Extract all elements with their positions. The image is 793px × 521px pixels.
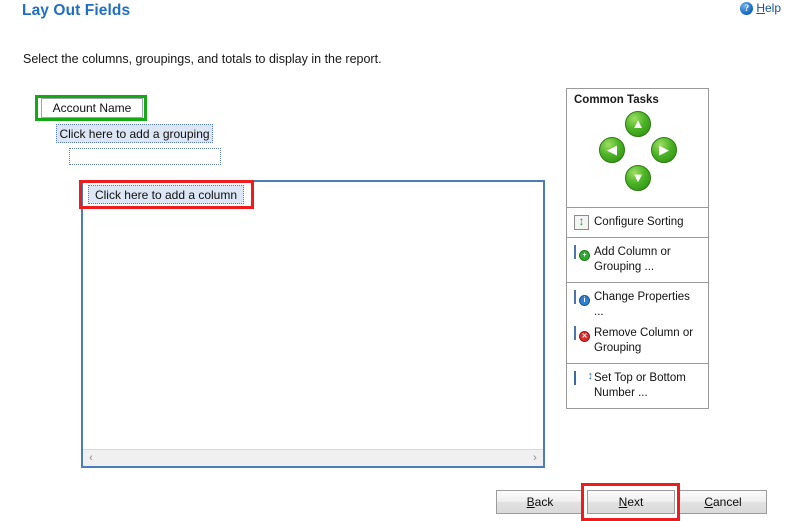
help-link[interactable]: ? Help <box>740 1 781 15</box>
task-change-properties-label: Change Properties ... <box>594 291 690 318</box>
task-group-sorting: Configure Sorting <box>567 207 708 237</box>
task-group-add: + Add Column or Grouping ... <box>567 237 708 282</box>
column-layout-panel <box>81 180 545 468</box>
task-configure-sorting[interactable]: Configure Sorting <box>567 212 708 233</box>
cancel-rest: ancel <box>712 495 742 509</box>
next-rest: ext <box>627 495 644 509</box>
configure-sorting-icon <box>574 214 589 230</box>
set-top-or-bottom-number-icon <box>574 371 589 386</box>
task-add-column-or-grouping-label: Add Column or Grouping ... <box>594 246 671 273</box>
next-button[interactable]: Next <box>587 490 675 514</box>
common-tasks-title: Common Tasks <box>574 94 659 106</box>
move-left-button[interactable]: ◀ <box>599 137 625 163</box>
task-configure-sorting-label: Configure Sorting <box>594 216 684 228</box>
page-title: Lay Out Fields <box>22 2 131 19</box>
horizontal-scrollbar[interactable]: ‹ › <box>83 449 543 466</box>
cancel-accel: C <box>704 495 713 509</box>
task-set-top-or-bottom-number-label: Set Top or Bottom Number ... <box>594 372 686 399</box>
common-tasks-panel: Common Tasks ▲ ◀ ▶ ▼ Configure Sorting +… <box>566 88 709 409</box>
back-accel: B <box>526 495 535 509</box>
task-set-top-or-bottom-number[interactable]: Set Top or Bottom Number ... <box>567 368 708 404</box>
change-properties-icon: i <box>574 290 590 306</box>
instruction-text: Select the columns, groupings, and total… <box>23 52 382 66</box>
add-column-or-grouping-icon: + <box>574 245 590 261</box>
task-remove-column-or-grouping[interactable]: ✕ Remove Column or Grouping <box>567 323 708 359</box>
add-column-placeholder[interactable]: Click here to add a column <box>88 185 244 204</box>
help-circle-icon: ? <box>740 1 754 15</box>
task-group-topbottom: Set Top or Bottom Number ... <box>567 363 708 408</box>
add-grouping-placeholder[interactable]: Click here to add a grouping <box>56 124 213 143</box>
help-link-label: Help <box>756 1 781 15</box>
task-add-column-or-grouping[interactable]: + Add Column or Grouping ... <box>567 242 708 278</box>
task-group-modify: i Change Properties ... ✕ Remove Column … <box>567 282 708 363</box>
back-button[interactable]: Back <box>496 490 584 514</box>
scroll-right-icon[interactable]: › <box>527 450 543 466</box>
task-change-properties[interactable]: i Change Properties ... <box>567 287 708 323</box>
empty-grouping-placeholder[interactable] <box>69 148 221 165</box>
help-accel: H <box>756 1 765 15</box>
scroll-left-icon[interactable]: ‹ <box>83 450 99 466</box>
move-down-button[interactable]: ▼ <box>625 165 651 191</box>
help-rest: elp <box>764 1 781 15</box>
remove-column-or-grouping-icon: ✕ <box>574 326 590 342</box>
move-up-button[interactable]: ▲ <box>625 111 651 137</box>
account-name-field[interactable]: Account Name <box>41 98 143 118</box>
cancel-button[interactable]: Cancel <box>679 490 767 514</box>
move-right-button[interactable]: ▶ <box>651 137 677 163</box>
nav-pad: ▲ ◀ ▶ ▼ <box>567 109 708 207</box>
task-remove-column-or-grouping-label: Remove Column or Grouping <box>594 327 694 354</box>
back-rest: ack <box>534 495 554 509</box>
